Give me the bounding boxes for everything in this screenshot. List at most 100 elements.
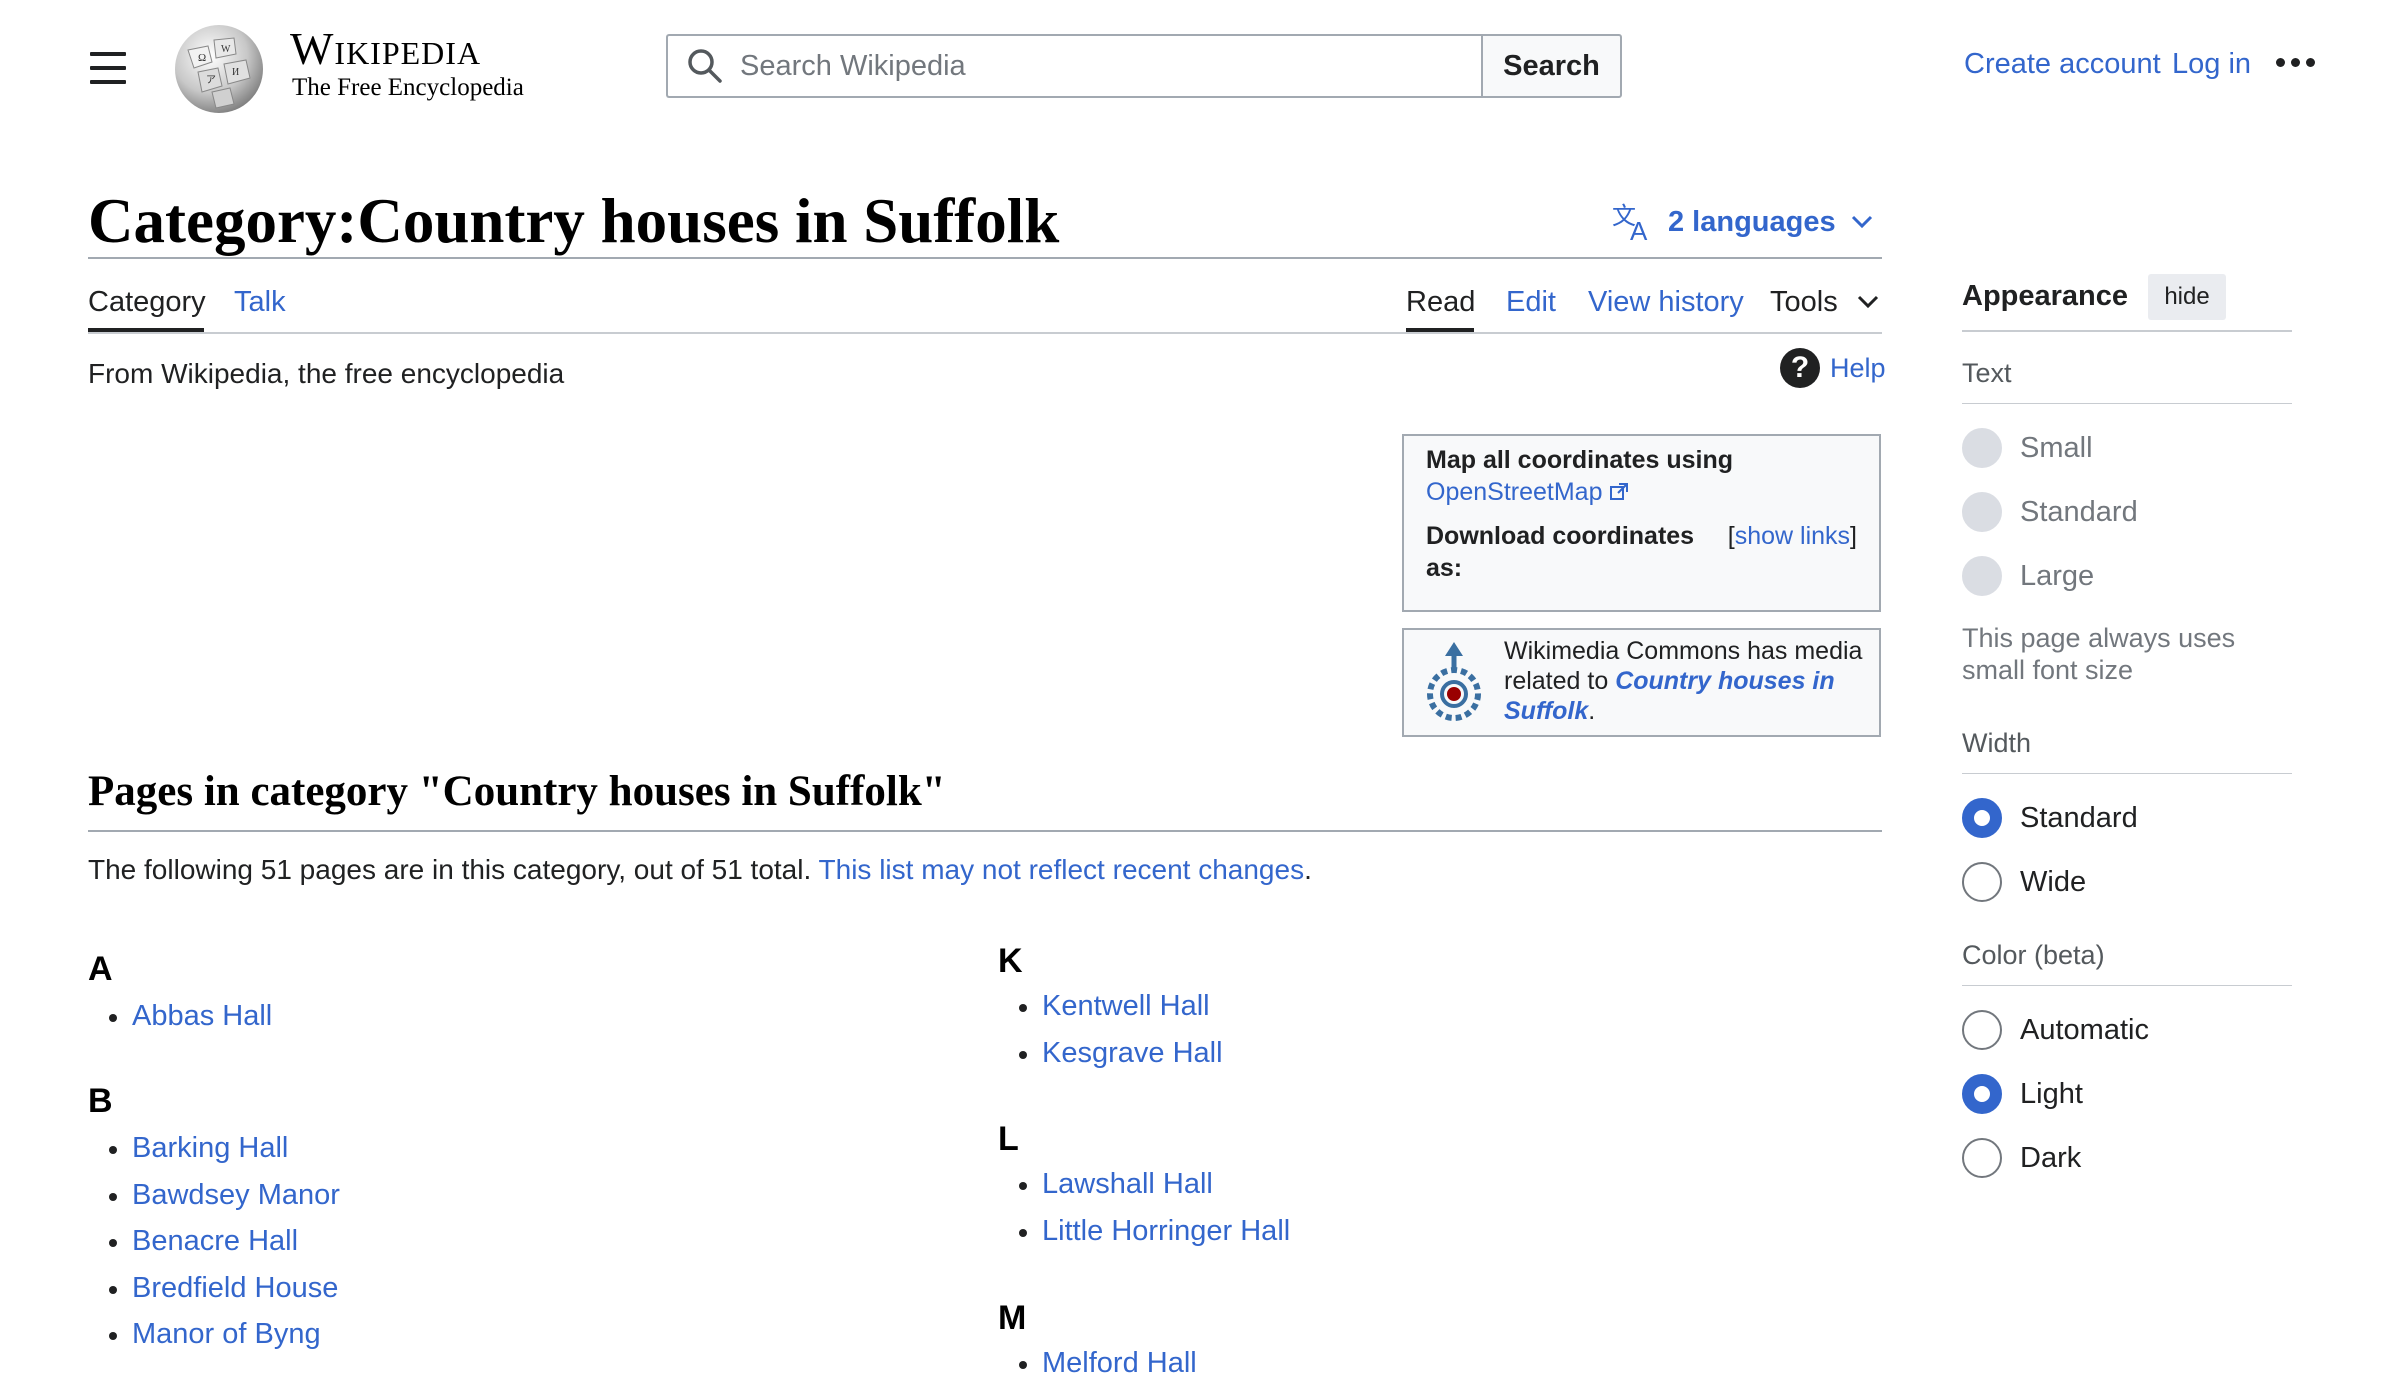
page-link[interactable]: Manor of Byng	[132, 1318, 321, 1350]
radio-button[interactable]	[1962, 862, 2002, 902]
search-input[interactable]	[740, 49, 1440, 83]
radio-button	[1962, 492, 2002, 532]
tabs-divider	[88, 332, 1882, 334]
help-icon: ?	[1780, 348, 1820, 388]
width-wide-option[interactable]: Wide	[1962, 862, 2086, 902]
group-letter: A	[88, 950, 113, 988]
group-letter: K	[998, 942, 1023, 980]
page-link[interactable]: Kesgrave Hall	[1042, 1037, 1223, 1069]
color-light-option[interactable]: Light	[1962, 1074, 2083, 1114]
radio-button	[1962, 556, 2002, 596]
main-menu-button[interactable]	[88, 48, 128, 88]
language-count: 2 languages	[1668, 205, 1836, 238]
page-link[interactable]: Little Horringer Hall	[1042, 1215, 1290, 1247]
font-size-note: This page always uses small font size	[1962, 623, 2236, 685]
text-size-large-option: Large	[1962, 556, 2094, 596]
page-link[interactable]: Lawshall Hall	[1042, 1168, 1213, 1200]
page-link[interactable]: Abbas Hall	[132, 1000, 272, 1032]
text-size-label: Text	[1962, 358, 2012, 388]
category-group-b: B Barking Hall Bawdsey Manor Benacre Hal…	[88, 1082, 340, 1358]
appearance-title: Appearance	[1962, 280, 2129, 312]
search-icon	[688, 49, 722, 83]
help-label: Help	[1830, 352, 1886, 383]
page-link[interactable]: Bawdsey Manor	[132, 1179, 340, 1211]
svg-text:Ω: Ω	[198, 52, 206, 64]
radio-button[interactable]	[1962, 1010, 2002, 1050]
page-title: Category:Country houses in Suffolk	[88, 186, 1060, 256]
category-group-k: K Kentwell Hall Kesgrave Hall	[998, 942, 1223, 1076]
list-item: Kesgrave Hall	[998, 1030, 1223, 1077]
svg-text:И: И	[232, 67, 239, 78]
group-letter: M	[998, 1299, 1027, 1337]
recent-changes-link[interactable]: This list may not reflect recent changes	[819, 854, 1305, 885]
group-letter: L	[998, 1120, 1019, 1158]
tab-view-history[interactable]: View history	[1588, 284, 1744, 320]
list-item: Benacre Hall	[88, 1218, 340, 1265]
category-group-l: L Lawshall Hall Little Horringer Hall	[998, 1120, 1290, 1254]
tab-read[interactable]: Read	[1406, 284, 1475, 320]
category-group-m: M Melford Hall	[998, 1299, 1197, 1387]
category-group-a: A Abbas Hall	[88, 950, 272, 1040]
width-label: Width	[1962, 728, 2032, 758]
width-standard-option[interactable]: Standard	[1962, 798, 2138, 838]
section-divider	[88, 830, 1882, 832]
search-button[interactable]: Search	[1481, 34, 1622, 98]
tab-edit[interactable]: Edit	[1506, 284, 1556, 320]
translate-icon: 文 A	[1612, 202, 1648, 242]
external-link-icon	[1610, 483, 1629, 500]
page-link[interactable]: Benacre Hall	[132, 1225, 298, 1257]
hide-appearance-button[interactable]: hide	[2148, 274, 2226, 320]
title-divider	[88, 257, 1882, 259]
color-dark-option[interactable]: Dark	[1962, 1138, 2081, 1178]
svg-text:A: A	[1630, 216, 1648, 242]
category-pages-heading: Pages in category "Country houses in Suf…	[88, 768, 946, 815]
page-link[interactable]: Kentwell Hall	[1042, 990, 1210, 1022]
text-size-divider	[1962, 403, 2292, 404]
color-divider	[1962, 985, 2292, 986]
tab-category[interactable]: Category	[88, 284, 206, 320]
list-item: Bredfield House	[88, 1265, 340, 1312]
color-label: Color (beta)	[1962, 940, 2105, 970]
coordinates-box: Map all coordinates using OpenStreetMap …	[1402, 434, 1881, 612]
tab-tools[interactable]: Tools	[1770, 284, 1880, 320]
category-description: The following 51 pages are in this categ…	[88, 854, 1312, 885]
list-item: Abbas Hall	[88, 993, 272, 1040]
page-link[interactable]: Melford Hall	[1042, 1347, 1197, 1379]
tab-talk[interactable]: Talk	[234, 284, 286, 320]
tools-label: Tools	[1770, 286, 1838, 318]
hamburger-icon	[90, 52, 126, 56]
text-size-small-option: Small	[1962, 428, 2093, 468]
wordmark-tagline: The Free Encyclopedia	[292, 74, 524, 101]
commons-text: Wikimedia Commons has media related to C…	[1504, 637, 1863, 725]
wikipedia-wordmark[interactable]: Wikipedia The Free Encyclopedia	[290, 24, 524, 102]
color-automatic-option[interactable]: Automatic	[1962, 1010, 2149, 1050]
site-tagline: From Wikipedia, the free encyclopedia	[88, 358, 565, 389]
radio-button[interactable]	[1962, 798, 2002, 838]
show-links-link[interactable]: show links	[1735, 522, 1850, 550]
log-in-link[interactable]: Log in	[2172, 48, 2251, 81]
svg-text:ア: ア	[206, 75, 216, 86]
help-link[interactable]: ? Help	[1780, 348, 1886, 388]
radio-button[interactable]	[1962, 1074, 2002, 1114]
wikimedia-commons-icon	[1427, 642, 1481, 721]
list-item: Bawdsey Manor	[88, 1172, 340, 1219]
create-account-link[interactable]: Create account	[1964, 48, 2161, 81]
page-link[interactable]: Bredfield House	[132, 1272, 338, 1304]
openstreetmap-link[interactable]: OpenStreetMap	[1426, 478, 1603, 506]
language-button[interactable]: 文 A 2 languages	[1612, 202, 1874, 242]
text-size-standard-option: Standard	[1962, 492, 2138, 532]
appearance-divider	[1962, 330, 2292, 332]
page-link[interactable]: Barking Hall	[132, 1132, 288, 1164]
search-field[interactable]	[666, 34, 1482, 98]
list-item: Little Horringer Hall	[998, 1208, 1290, 1255]
wikipedia-globe-logo[interactable]: Ω W И ア	[168, 20, 270, 114]
radio-button	[1962, 428, 2002, 468]
more-options-icon[interactable]	[2276, 58, 2315, 67]
chevron-down-icon	[1851, 215, 1872, 229]
list-item: Kentwell Hall	[998, 983, 1223, 1030]
wordmark-title: Wikipedia	[290, 23, 482, 74]
download-coordinates-label: Download coordinates as:	[1426, 522, 1695, 582]
radio-button[interactable]	[1962, 1138, 2002, 1178]
show-links-toggle[interactable]: [show links]	[1728, 520, 1857, 584]
svg-text:W: W	[221, 44, 231, 55]
